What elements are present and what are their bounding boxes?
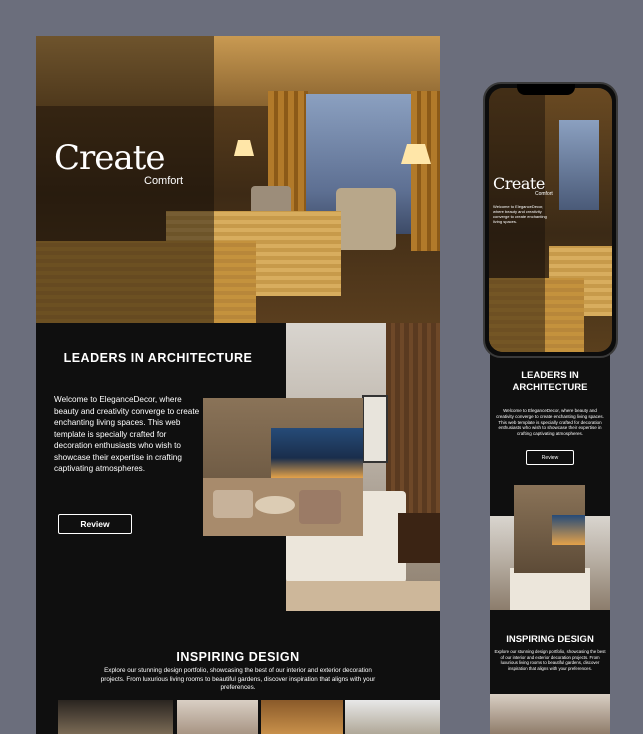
- lamp-icon: [234, 140, 254, 156]
- bed: [510, 568, 590, 610]
- hero-section: Create Comfort: [36, 36, 440, 323]
- portfolio-thumbnail[interactable]: [261, 700, 343, 734]
- mobile-about-text: Welcome to EleganceDecor, where beauty a…: [496, 408, 604, 437]
- phone-screen: Create Comfort Welcome to EleganceDecor,…: [489, 88, 612, 352]
- nightstand: [398, 513, 440, 563]
- mobile-inspiring-text: Explore our stunning design portfolio, s…: [494, 649, 606, 671]
- mobile-page: LEADERS IN ARCHITECTURE Welcome to Elega…: [490, 354, 610, 734]
- hero-window: [559, 120, 599, 210]
- coffee-table: [255, 496, 295, 514]
- desktop-mockup: Create Comfort LEADERS IN ARCHITECTURE W…: [36, 36, 440, 734]
- armchair: [299, 490, 341, 524]
- portfolio-thumbnail[interactable]: [177, 700, 258, 734]
- city-window: [552, 515, 585, 545]
- hero-title: Create: [54, 138, 165, 178]
- wall-frame: [362, 395, 388, 463]
- hero-overlay: [36, 36, 214, 323]
- about-title: LEADERS IN ARCHITECTURE: [63, 351, 253, 365]
- inspiring-title: INSPIRING DESIGN: [176, 650, 300, 664]
- mobile-hero-subtitle: Comfort: [535, 191, 553, 197]
- mobile-portfolio-thumbnail[interactable]: [490, 694, 610, 734]
- mobile-inspiring-title: INSPIRING DESIGN: [506, 634, 594, 645]
- sofa: [213, 490, 253, 518]
- living-room-photo: [203, 398, 363, 536]
- mobile-review-button[interactable]: Review: [526, 450, 574, 465]
- phone-mockup: Create Comfort Welcome to EleganceDecor,…: [483, 82, 618, 358]
- hero-armchair: [336, 188, 396, 250]
- portfolio-thumbnail[interactable]: [58, 700, 173, 734]
- hero-subtitle: Comfort: [144, 175, 184, 187]
- mobile-about-title: LEADERS IN ARCHITECTURE: [512, 370, 588, 393]
- floor: [286, 581, 440, 611]
- review-button[interactable]: Review: [58, 514, 132, 534]
- phone-notch: [517, 84, 575, 95]
- city-window: [271, 428, 363, 478]
- about-text: Welcome to EleganceDecor, where beauty a…: [54, 395, 200, 473]
- mobile-hero-text: Welcome to EleganceDecor, where beauty a…: [493, 204, 547, 224]
- mobile-living-room-photo: [514, 485, 585, 573]
- hero-curtain: [411, 91, 440, 251]
- portfolio-thumbnail[interactable]: [345, 700, 440, 734]
- inspiring-text: Explore our stunning design portfolio, s…: [100, 667, 376, 691]
